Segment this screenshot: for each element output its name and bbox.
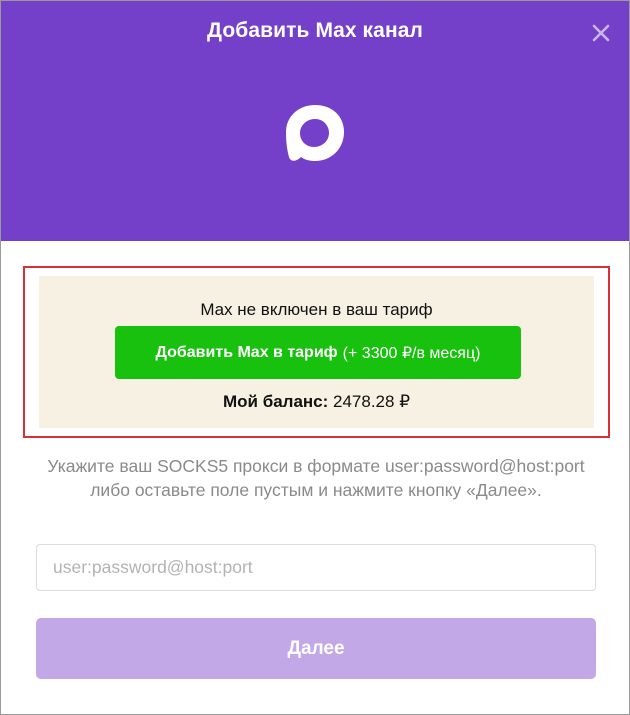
next-button[interactable]: Далее	[36, 618, 596, 679]
tariff-notice-highlight: Max не включен в ваш тариф Добавить Max …	[23, 266, 610, 438]
close-icon[interactable]	[589, 21, 613, 45]
tariff-notice: Max не включен в ваш тариф Добавить Max …	[39, 276, 594, 428]
add-to-tariff-price: (+ 3300 ₽/в месяц)	[342, 344, 481, 362]
tariff-notice-text: Max не включен в ваш тариф	[200, 300, 433, 319]
proxy-hint: Укажите ваш SOCKS5 прокси в формате user…	[47, 456, 585, 500]
proxy-input[interactable]	[36, 544, 596, 591]
balance-label: Мой баланс:	[222, 392, 329, 411]
add-to-tariff-label: Добавить Max в тариф	[155, 343, 338, 361]
balance-value: 2478.28 ₽	[333, 392, 411, 411]
dialog-header: Добавить Max канал	[1, 1, 629, 241]
balance-line: Мой баланс: 2478.28 ₽	[39, 392, 594, 412]
dialog-title: Добавить Max канал	[207, 19, 423, 42]
add-channel-dialog: Добавить Max канал Max не включен в ваш …	[0, 0, 630, 715]
max-logo-icon	[281, 99, 351, 165]
add-to-tariff-button[interactable]: Добавить Max в тариф (+ 3300 ₽/в месяц)	[115, 326, 521, 379]
